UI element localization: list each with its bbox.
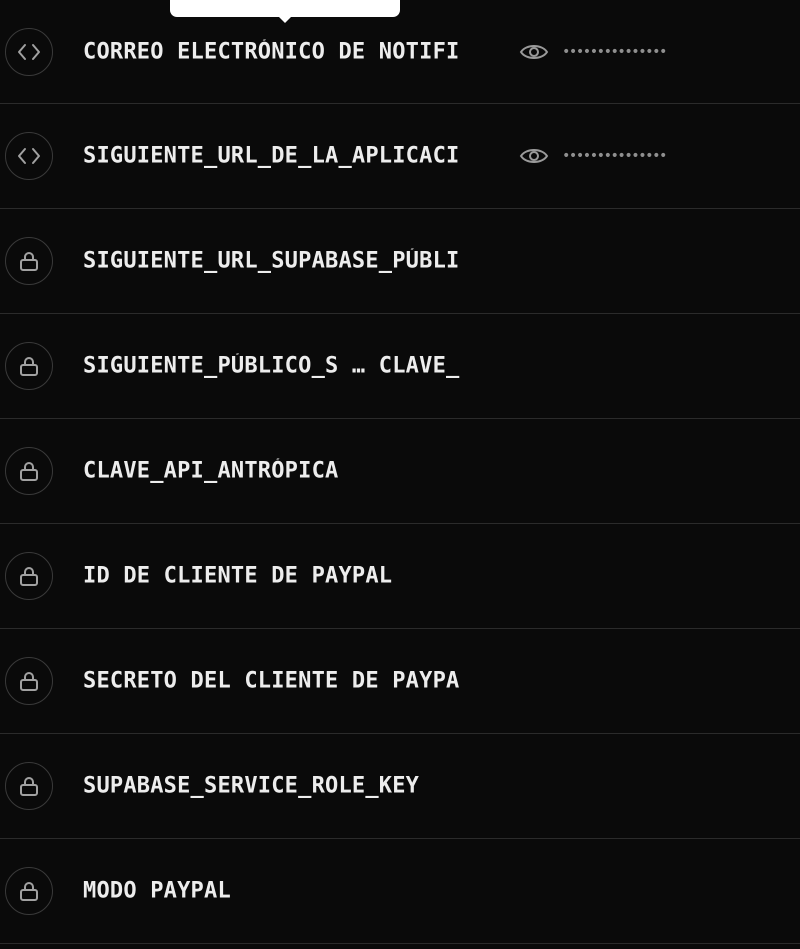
env-variable-row[interactable]: SIGUIENTE_URL_SUPABASE_PÚBLI (0, 209, 800, 314)
code-icon (5, 27, 53, 76)
env-variable-row[interactable]: SUPABASE_SERVICE_ROLE_KEY (0, 734, 800, 839)
eye-icon[interactable] (518, 143, 550, 169)
variable-name: MODO PAYPAL (83, 878, 231, 904)
variable-name: CLAVE_API_ANTRÓPICA (83, 458, 339, 484)
masked-value: ••••••••••••••• (562, 148, 667, 164)
lock-icon (5, 342, 53, 390)
lock-icon (5, 237, 53, 285)
code-icon (5, 132, 53, 180)
variable-name: SIGUIENTE_URL_DE_LA_APLICACI (83, 143, 460, 169)
env-variable-row[interactable]: CORREO ELECTRÓNICO DE NOTIFI •••••••••••… (0, 0, 800, 104)
variable-name: SECRETO DEL CLIENTE DE PAYPA (83, 668, 460, 694)
env-variable-row[interactable]: SIGUIENTE_URL_DE_LA_APLICACI •••••••••••… (0, 104, 800, 209)
variable-name: SIGUIENTE_URL_SUPABASE_PÚBLI (83, 248, 460, 274)
env-variable-row[interactable]: SECRETO DEL CLIENTE DE PAYPA (0, 629, 800, 734)
env-variable-row[interactable]: CLAVE_API_ANTRÓPICA (0, 419, 800, 524)
env-variable-row[interactable]: SIGUIENTE_PÚBLICO_S … CLAVE_ (0, 314, 800, 419)
eye-icon[interactable] (518, 39, 550, 65)
lock-icon (5, 762, 53, 810)
lock-icon (5, 657, 53, 705)
env-variable-row[interactable]: ID DE CLIENTE DE PAYPAL (0, 524, 800, 629)
lock-icon (5, 867, 53, 915)
lock-icon (5, 552, 53, 600)
masked-value: ••••••••••••••• (562, 43, 667, 60)
variable-name: ID DE CLIENTE DE PAYPAL (83, 563, 393, 589)
env-variable-row[interactable]: MODO PAYPAL (0, 839, 800, 944)
variable-name: SIGUIENTE_PÚBLICO_S … CLAVE_ (83, 353, 460, 379)
variable-name: CORREO ELECTRÓNICO DE NOTIFI (83, 39, 460, 64)
env-variable-list: CORREO ELECTRÓNICO DE NOTIFI •••••••••••… (0, 0, 800, 944)
lock-icon (5, 447, 53, 495)
variable-name: SUPABASE_SERVICE_ROLE_KEY (83, 773, 420, 799)
